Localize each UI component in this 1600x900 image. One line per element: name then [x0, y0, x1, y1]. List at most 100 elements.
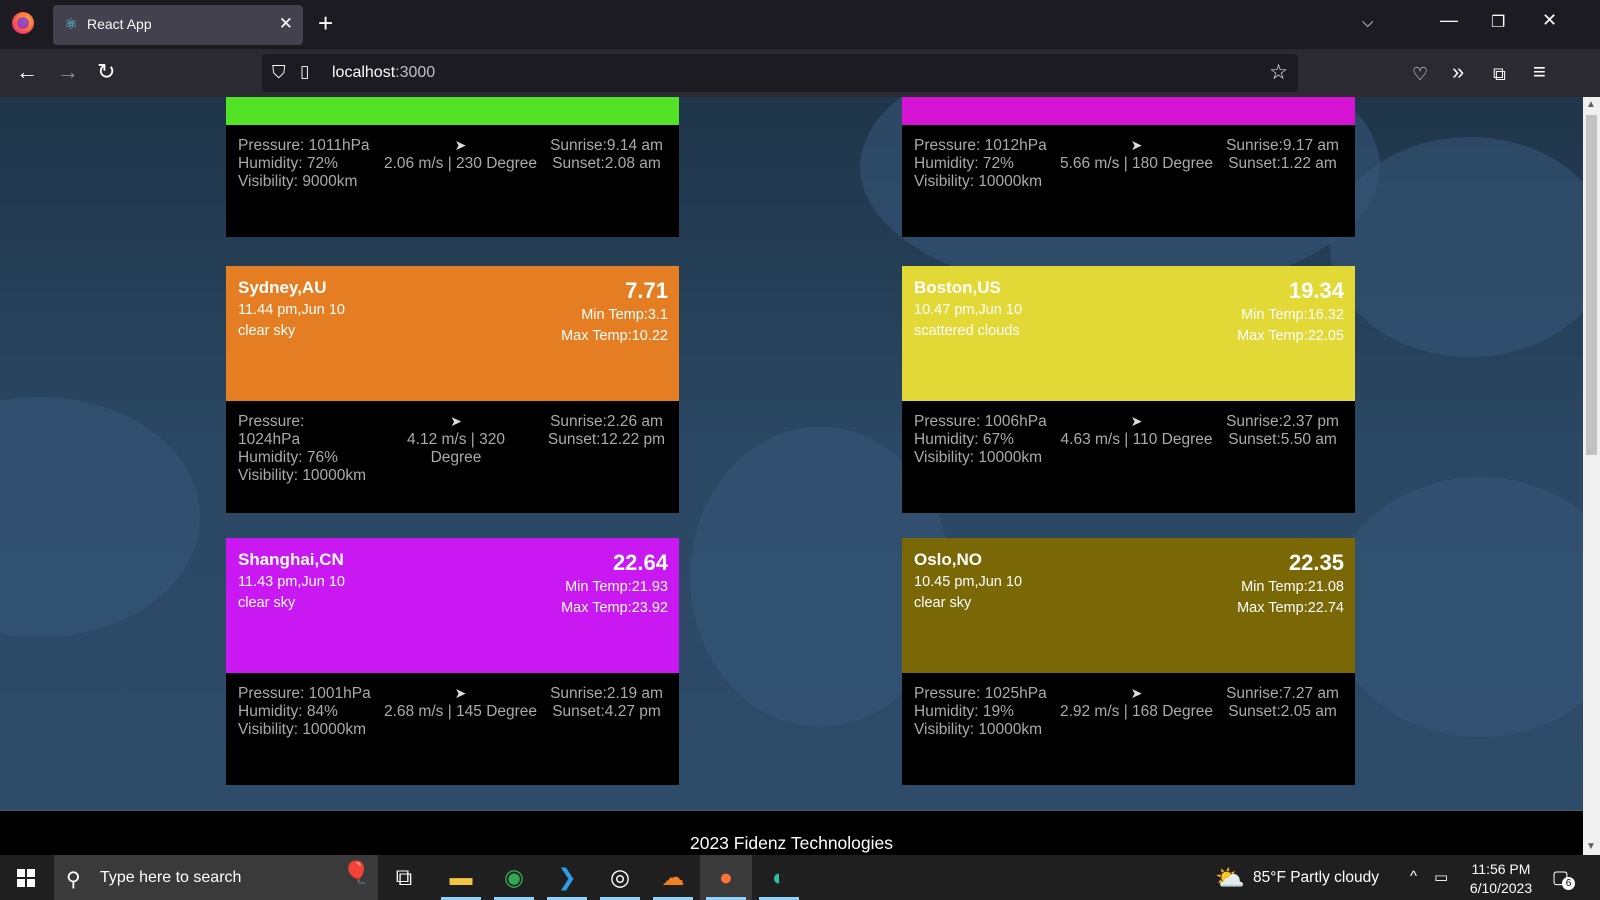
sun-times: Sunrise:2.37 pm Sunset:5.50 am: [1220, 413, 1345, 449]
city-name: Oslo,NO: [914, 550, 983, 569]
show-hidden-icons-icon[interactable]: ^: [1410, 868, 1417, 885]
taskbar-firefox[interactable]: ●: [700, 855, 752, 900]
search-placeholder: Type here to search: [100, 869, 242, 886]
temperature: 7.71: [625, 278, 668, 303]
max-temp: Max Temp:22.05: [1237, 328, 1344, 344]
page-viewport: Pressure: 1011hPa Humidity: 72% Visibili…: [0, 97, 1583, 855]
pressure: Pressure: 1012hPa: [914, 137, 1047, 154]
address-bar[interactable]: ⛉ ▯ localhost:3000 ☆: [262, 54, 1298, 92]
task-view-button[interactable]: ⧉: [378, 855, 430, 900]
humidity: Humidity: 67%: [914, 431, 1014, 448]
weather-card-partial[interactable]: Pressure: 1012hPa Humidity: 72% Visibili…: [902, 97, 1355, 237]
visibility: Visibility: 9000km: [238, 173, 358, 190]
sunset: Sunset:5.50 am: [1228, 431, 1337, 448]
taskbar-app[interactable]: ◎: [594, 855, 646, 900]
local-datetime: 11.43 pm,Jun 10: [238, 574, 345, 590]
weather-card-partial[interactable]: Pressure: 1011hPa Humidity: 72% Visibili…: [226, 97, 679, 237]
sunset: Sunset:4.27 pm: [552, 703, 661, 720]
back-button[interactable]: ←: [16, 59, 38, 85]
clock-time: 11:56 PM: [1471, 861, 1531, 877]
weather-description: clear sky: [914, 595, 972, 611]
forward-button[interactable]: →: [57, 59, 79, 85]
clock-date: 6/10/2023: [1469, 880, 1533, 896]
card-header: Oslo,NO 10.45 pm,Jun 10 clear sky 22.35 …: [902, 538, 1355, 673]
list-all-tabs-icon[interactable]: ⌵: [1362, 14, 1373, 31]
close-window-button[interactable]: ✕: [1542, 10, 1557, 31]
weather-card-sydney[interactable]: Sydney,AU 11.44 pm,Jun 10 clear sky 7.71…: [226, 266, 679, 513]
visibility: Visibility: 10000km: [238, 467, 367, 484]
sun-times: Sunrise:9.17 am Sunset:1.22 am: [1220, 137, 1345, 173]
min-temp: Min Temp:16.32: [1241, 307, 1344, 323]
temperature: 19.34: [1288, 278, 1344, 303]
weather-description: clear sky: [238, 595, 296, 611]
pressure: Pressure: 1001hPa: [238, 685, 371, 702]
sunset: Sunset:12.22 pm: [547, 431, 666, 448]
card-stats: Pressure: 1001hPa Humidity: 84% Visibili…: [238, 685, 378, 739]
humidity: Humidity: 72%: [914, 155, 1014, 172]
taskbar-search[interactable]: ⚲ Type here to search 🎈: [54, 855, 378, 900]
card-details: Pressure: 1025hPa Humidity: 19% Visibili…: [902, 673, 1355, 785]
reload-button[interactable]: ↻: [97, 59, 115, 85]
sunrise: Sunrise:2.26 am: [550, 413, 663, 430]
more-tools-icon[interactable]: »: [1452, 59, 1464, 85]
page-scrollbar[interactable]: ▲ ▼: [1583, 97, 1600, 855]
taskbar-chrome[interactable]: ◉: [488, 855, 540, 900]
folder-icon: ▬: [449, 864, 473, 890]
card-details: Pressure: 1024hPa Humidity: 76% Visibili…: [226, 401, 679, 513]
wind-speed: 2.06 m/s | 230 Degree: [383, 155, 538, 172]
background-cloud: [0, 397, 200, 637]
restore-button[interactable]: ❐: [1491, 12, 1505, 32]
battery-icon[interactable]: ▭: [1434, 868, 1448, 886]
url-port: :3000: [395, 64, 436, 81]
pocket-icon[interactable]: ♡: [1412, 61, 1428, 87]
firefox-icon[interactable]: [12, 12, 34, 34]
extensions-icon[interactable]: ⧉: [1493, 61, 1506, 87]
sun-times: Sunrise:7.27 am Sunset:2.05 am: [1220, 685, 1345, 721]
tab-title: React App: [87, 16, 152, 32]
search-icon: ⚲: [66, 869, 81, 891]
search-highlight-icon: 🎈: [342, 860, 370, 885]
new-tab-button[interactable]: +: [318, 9, 333, 37]
close-tab-icon[interactable]: ✕: [279, 14, 293, 34]
page-footer: 2023 Fidenz Technologies: [0, 810, 1583, 860]
card-header: [902, 97, 1355, 125]
pressure: Pressure: 1025hPa: [914, 685, 1047, 702]
windows-start-icon[interactable]: [17, 869, 35, 887]
minimize-button[interactable]: —: [1440, 10, 1458, 31]
scroll-down-icon[interactable]: ▼: [1586, 841, 1596, 852]
url-host: localhost: [332, 64, 396, 81]
menu-icon[interactable]: ≡: [1533, 59, 1546, 85]
weather-widget[interactable]: 85°F Partly cloudy: [1253, 869, 1379, 887]
wind-info: ➤ 2.06 m/s | 230 Degree: [378, 137, 543, 173]
temperature: 22.64: [612, 550, 668, 575]
scroll-thumb[interactable]: [1586, 115, 1597, 455]
scroll-up-icon[interactable]: ▲: [1586, 99, 1596, 110]
wind-info: ➤ 2.68 m/s | 145 Degree: [378, 685, 543, 721]
taskbar-file-explorer[interactable]: ▬: [435, 855, 487, 900]
wind-direction-icon: ➤: [450, 413, 462, 429]
tab-react-app[interactable]: ⚛ React App ✕: [53, 5, 303, 45]
weather-card-shanghai[interactable]: Shanghai,CN 11.43 pm,Jun 10 clear sky 22…: [226, 538, 679, 785]
background-cloud: [1330, 477, 1583, 737]
weather-card-oslo[interactable]: Oslo,NO 10.45 pm,Jun 10 clear sky 22.35 …: [902, 538, 1355, 785]
card-stats: Pressure: 1025hPa Humidity: 19% Visibili…: [914, 685, 1054, 739]
taskbar-clock[interactable]: 11:56 PM 6/10/2023: [1466, 860, 1536, 898]
weather-description: scattered clouds: [914, 323, 1020, 339]
partly-cloudy-icon[interactable]: ⛅: [1215, 864, 1245, 893]
shield-icon[interactable]: ⛉: [272, 62, 286, 83]
url-text[interactable]: localhost:3000: [332, 64, 435, 82]
card-stats: Pressure: 1012hPa Humidity: 72% Visibili…: [914, 137, 1054, 191]
wind-speed: 2.92 m/s | 168 Degree: [1059, 703, 1214, 720]
taskbar-vscode[interactable]: ❯: [541, 855, 593, 900]
vscode-icon: ❯: [557, 864, 577, 890]
windows-taskbar: ⚲ Type here to search 🎈 ⧉ ▬ ◉ ❯ ◎ ☁ ● ◐ …: [0, 855, 1600, 900]
edge-icon: ◐: [772, 864, 786, 890]
visibility: Visibility: 10000km: [914, 449, 1043, 466]
sunset: Sunset:2.05 am: [1228, 703, 1337, 720]
weather-card-boston[interactable]: Boston,US 10.47 pm,Jun 10 scattered clou…: [902, 266, 1355, 513]
bookmark-star-icon[interactable]: ☆: [1269, 60, 1288, 85]
page-icon[interactable]: ▯: [300, 62, 309, 82]
taskbar-cloudflare[interactable]: ☁: [647, 855, 699, 900]
card-header: Sydney,AU 11.44 pm,Jun 10 clear sky 7.71…: [226, 266, 679, 401]
taskbar-edge[interactable]: ◐: [753, 855, 805, 900]
